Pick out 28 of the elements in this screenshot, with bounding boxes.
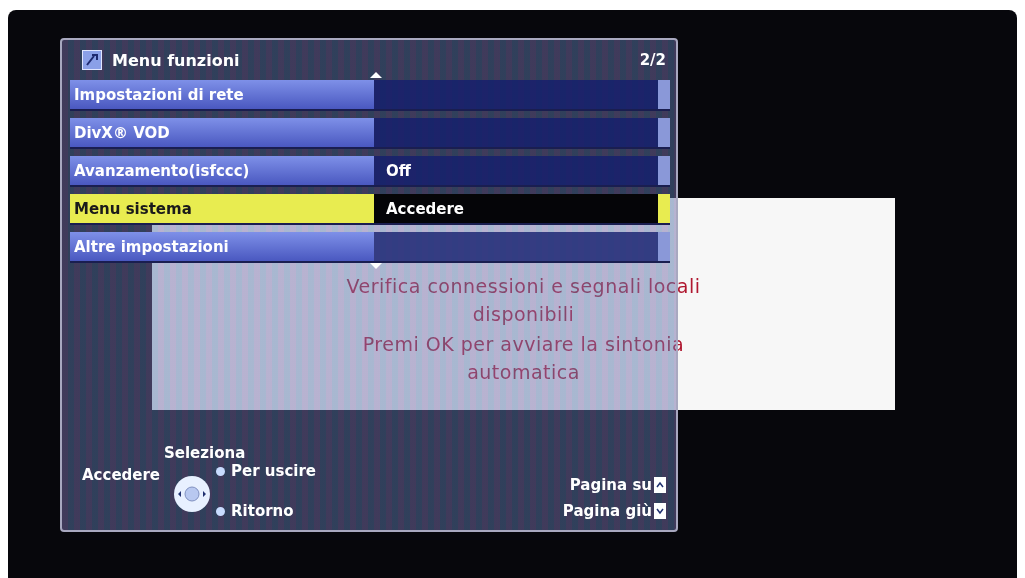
menu-item-label: Altre impostazioni: [70, 232, 374, 261]
menu-row[interactable]: Avanzamento(isfccc) Off: [70, 156, 670, 187]
menu-item-label: Impostazioni di rete: [70, 80, 374, 109]
menu-item-value: Accedere: [386, 199, 465, 218]
menu-row[interactable]: Altre impostazioni: [70, 232, 670, 263]
menu-item-label: DivX® VOD: [70, 118, 374, 147]
chevron-up-icon: [654, 477, 666, 493]
function-menu-icon: [82, 50, 102, 70]
hint-label: Ritorno: [231, 502, 294, 520]
hint-label: Pagina giù: [562, 502, 652, 520]
button-dot-icon: [216, 466, 226, 476]
scroll-up-icon: [370, 72, 382, 78]
menu-item-label: Avanzamento(isfccc): [70, 156, 374, 185]
menu-row[interactable]: Impostazioni di rete: [70, 80, 670, 111]
menu-item-label: Menu sistema: [70, 194, 374, 223]
hint-label: Per uscire: [231, 462, 317, 480]
scroll-down-icon: [370, 263, 382, 269]
remote-dpad-icon: [172, 474, 213, 514]
menu-row[interactable]: Menu sistema Accedere: [70, 194, 670, 225]
menu-title: Menu funzioni: [112, 50, 240, 70]
button-dot-icon: [216, 506, 226, 516]
hint-label: Accedere: [82, 466, 161, 484]
hint-label: Pagina su: [569, 476, 652, 494]
hint-label: Seleziona: [164, 444, 247, 462]
chevron-down-icon: [654, 503, 666, 519]
page-indicator: 2/2: [639, 51, 666, 69]
menu-row[interactable]: DivX® VOD: [70, 118, 670, 149]
menu-item-value: Off: [386, 161, 411, 180]
